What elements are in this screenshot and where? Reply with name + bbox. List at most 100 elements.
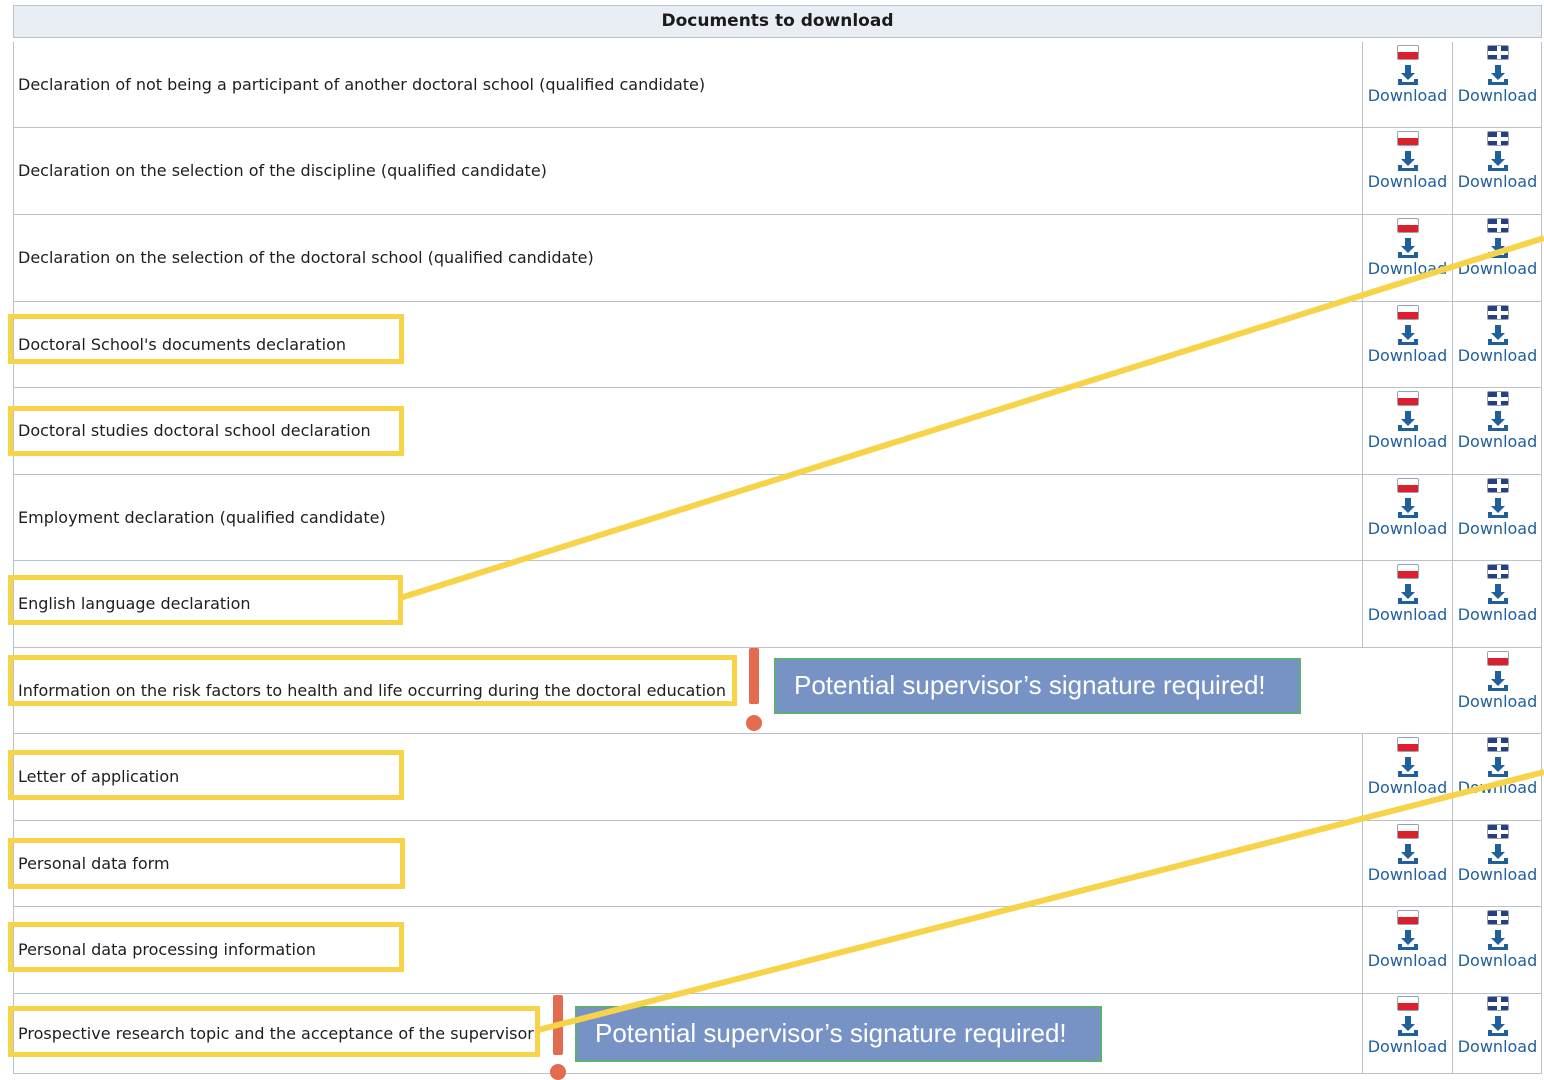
download-icon[interactable] [1397,65,1419,85]
download-label[interactable]: Download [1453,865,1542,884]
download-icon[interactable] [1397,930,1419,950]
flag-uk-icon [1486,478,1509,493]
flag-uk-icon [1486,131,1509,146]
download-link[interactable]: Download [1453,824,1542,884]
download-label[interactable]: Download [1363,778,1452,797]
download-icon[interactable] [1397,1016,1419,1036]
english-download-cell: Download [1452,302,1541,387]
polish-download-cell: Download [1362,128,1451,214]
download-label[interactable]: Download [1453,259,1542,278]
download-link[interactable]: Download [1453,564,1542,624]
download-link[interactable]: Download [1363,218,1452,278]
download-link[interactable]: Download [1363,305,1452,365]
download-icon[interactable] [1397,757,1419,777]
download-link[interactable]: Download [1453,305,1542,365]
download-icon[interactable] [1397,151,1419,171]
download-icon[interactable] [1487,1016,1509,1036]
polish-download-cell: Download [1362,215,1451,301]
highlight-box [8,922,404,972]
download-icon[interactable] [1487,238,1509,258]
download-link[interactable]: Download [1453,910,1542,970]
download-label[interactable]: Download [1453,951,1542,970]
download-link[interactable]: Download [1363,478,1452,538]
flag-pl-icon [1396,391,1419,406]
download-icon[interactable] [1487,411,1509,431]
polish-download-cell: Download [1362,302,1451,387]
download-link[interactable]: Download [1363,45,1452,105]
download-link[interactable]: Download [1363,824,1452,884]
download-label[interactable]: Download [1363,259,1452,278]
download-label[interactable]: Download [1453,1037,1542,1056]
english-download-cell: Download [1452,907,1541,993]
download-link[interactable]: Download [1453,478,1542,538]
flag-pl-icon [1396,564,1419,579]
download-icon[interactable] [1397,844,1419,864]
flag-uk-icon [1486,564,1509,579]
english-download-cell: Download [1452,561,1541,647]
download-link[interactable]: Download [1363,737,1452,797]
flag-uk-icon [1486,305,1509,320]
download-label[interactable]: Download [1363,432,1452,451]
download-link[interactable]: Download [1453,131,1542,191]
download-label[interactable]: Download [1453,86,1542,105]
download-icon[interactable] [1487,757,1509,777]
download-label[interactable]: Download [1453,778,1542,797]
download-label[interactable]: Download [1363,605,1452,624]
download-label[interactable]: Download [1363,951,1452,970]
download-icon[interactable] [1487,671,1509,691]
flag-pl-icon [1396,737,1419,752]
download-label[interactable]: Download [1453,172,1542,191]
download-label[interactable]: Download [1453,432,1542,451]
download-icon[interactable] [1397,325,1419,345]
download-label[interactable]: Download [1453,346,1542,365]
download-link[interactable]: Download [1363,996,1452,1056]
flag-uk-icon [1486,737,1509,752]
download-label[interactable]: Download [1363,1037,1452,1056]
download-icon[interactable] [1487,584,1509,604]
highlight-box [8,655,737,706]
download-icon[interactable] [1397,238,1419,258]
document-name: Declaration on the selection of the disc… [18,161,547,180]
download-label[interactable]: Download [1453,519,1542,538]
download-link[interactable]: Download [1453,996,1542,1056]
flag-uk-icon [1486,996,1509,1011]
flag-pl-icon [1396,910,1419,925]
download-link[interactable]: Download [1453,391,1542,451]
download-link[interactable]: Download [1363,131,1452,191]
download-icon[interactable] [1397,584,1419,604]
polish-download-cell: Download [1362,907,1451,993]
download-label[interactable]: Download [1363,865,1452,884]
download-icon[interactable] [1487,930,1509,950]
download-icon[interactable] [1397,498,1419,518]
download-icon[interactable] [1397,411,1419,431]
download-icon[interactable] [1487,65,1509,85]
flag-pl-icon [1486,651,1509,666]
download-icon[interactable] [1487,844,1509,864]
download-label[interactable]: Download [1363,172,1452,191]
english-download-cell: Download [1452,734,1541,820]
polish-download-cell: Download [1362,994,1451,1073]
download-label[interactable]: Download [1363,86,1452,105]
download-link[interactable]: Download [1363,391,1452,451]
document-name: Employment declaration (qualified candid… [18,508,386,527]
download-link[interactable]: Download [1363,564,1452,624]
download-label[interactable]: Download [1453,692,1542,711]
download-label[interactable]: Download [1363,519,1452,538]
english-download-cell: Download [1452,475,1541,560]
polish-download-cell: Download [1362,821,1451,906]
download-link[interactable]: Download [1453,218,1542,278]
download-label[interactable]: Download [1363,346,1452,365]
highlight-box [8,1006,540,1057]
english-download-cell: Download [1452,821,1541,906]
download-link[interactable]: Download [1363,910,1452,970]
download-icon[interactable] [1487,151,1509,171]
download-link[interactable]: Download [1453,45,1542,105]
english-download-cell: Download [1452,388,1541,474]
download-icon[interactable] [1487,325,1509,345]
download-link[interactable]: Download [1453,737,1542,797]
download-label[interactable]: Download [1453,605,1542,624]
flag-pl-icon [1396,478,1419,493]
highlight-box [8,838,405,889]
download-link[interactable]: Download [1453,651,1542,711]
download-icon[interactable] [1487,498,1509,518]
